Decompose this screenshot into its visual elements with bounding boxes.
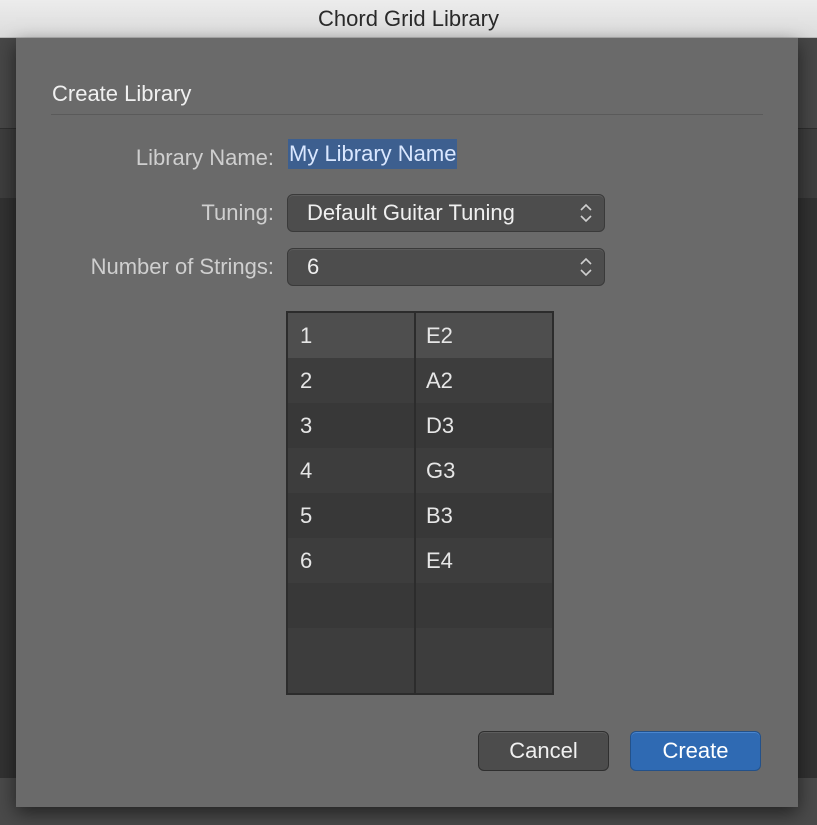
table-row[interactable]: 1 E2 [288,313,552,358]
empty-row [288,583,552,628]
string-number: 5 [300,503,313,528]
string-note: G3 [426,458,456,483]
string-number: 1 [300,323,313,348]
string-note: E2 [426,323,453,348]
string-note: E4 [426,548,453,573]
empty-row [288,628,552,673]
create-library-sheet: Create Library Library Name: My Library … [16,38,798,807]
string-number: 3 [300,413,313,438]
window-title: Chord Grid Library [0,0,817,38]
table-row[interactable]: 3 D3 [288,403,552,448]
table-row[interactable]: 4 G3 [288,448,552,493]
library-name-field[interactable]: My Library Name [288,139,458,169]
cancel-button[interactable]: Cancel [478,731,609,771]
strings-popup-value: 6 [307,254,320,279]
library-name-label: Library Name: [135,145,274,170]
tuning-popup-value: Default Guitar Tuning [307,200,515,225]
tuning-label: Tuning: [201,200,274,225]
string-note: A2 [426,368,453,393]
up-down-arrows-icon [580,257,592,277]
strings-popup[interactable]: 6 [287,248,605,286]
column-divider [414,313,416,693]
create-button[interactable]: Create [630,731,761,771]
string-number: 4 [300,458,313,483]
sheet-title: Create Library [52,81,192,106]
string-note: D3 [426,413,455,438]
string-number: 6 [300,548,313,573]
up-down-arrows-icon [580,203,592,223]
strings-label: Number of Strings: [90,254,274,279]
string-note: B3 [426,503,453,528]
string-number: 2 [300,368,313,393]
divider [51,114,763,115]
table-row[interactable]: 6 E4 [288,538,552,583]
tuning-popup[interactable]: Default Guitar Tuning [287,194,605,232]
table-row[interactable]: 2 A2 [288,358,552,403]
string-tuning-table: 1 E2 2 A2 3 D3 4 G3 5 B3 6 E4 [286,311,554,695]
table-row[interactable]: 5 B3 [288,493,552,538]
